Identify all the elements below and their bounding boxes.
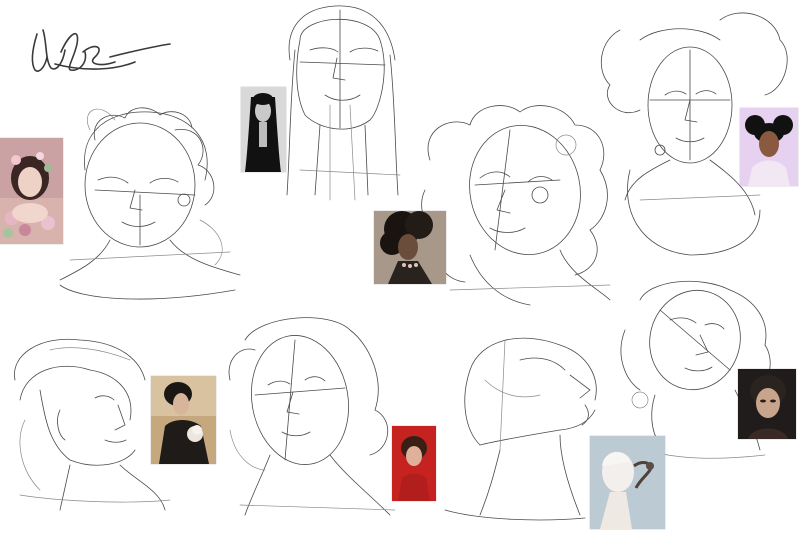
artist-signature — [31, 29, 171, 72]
sketch-head-long-face — [286, 5, 401, 201]
sketch-head-tilted-back — [444, 337, 597, 521]
ref-photo-man-dark-coat — [151, 376, 216, 464]
ref-photo-curly-hair-woman — [374, 211, 446, 284]
ref-photo-monochrome-woman — [241, 87, 286, 172]
ref-photo-dark-makeup — [738, 369, 796, 439]
sketch-canvas — [0, 0, 799, 540]
sketch-head-wavy-tilted — [228, 317, 396, 516]
sketch-head-round-face — [59, 107, 241, 300]
sketch-head-man-profile — [14, 338, 171, 511]
sketch-head-curly-tilted — [421, 105, 611, 306]
ref-photo-red-portrait — [392, 426, 436, 501]
ref-photo-afro-puffs — [740, 108, 798, 186]
ref-photo-flower-girl — [0, 138, 63, 244]
ref-photo-albino-lizard — [590, 436, 665, 529]
